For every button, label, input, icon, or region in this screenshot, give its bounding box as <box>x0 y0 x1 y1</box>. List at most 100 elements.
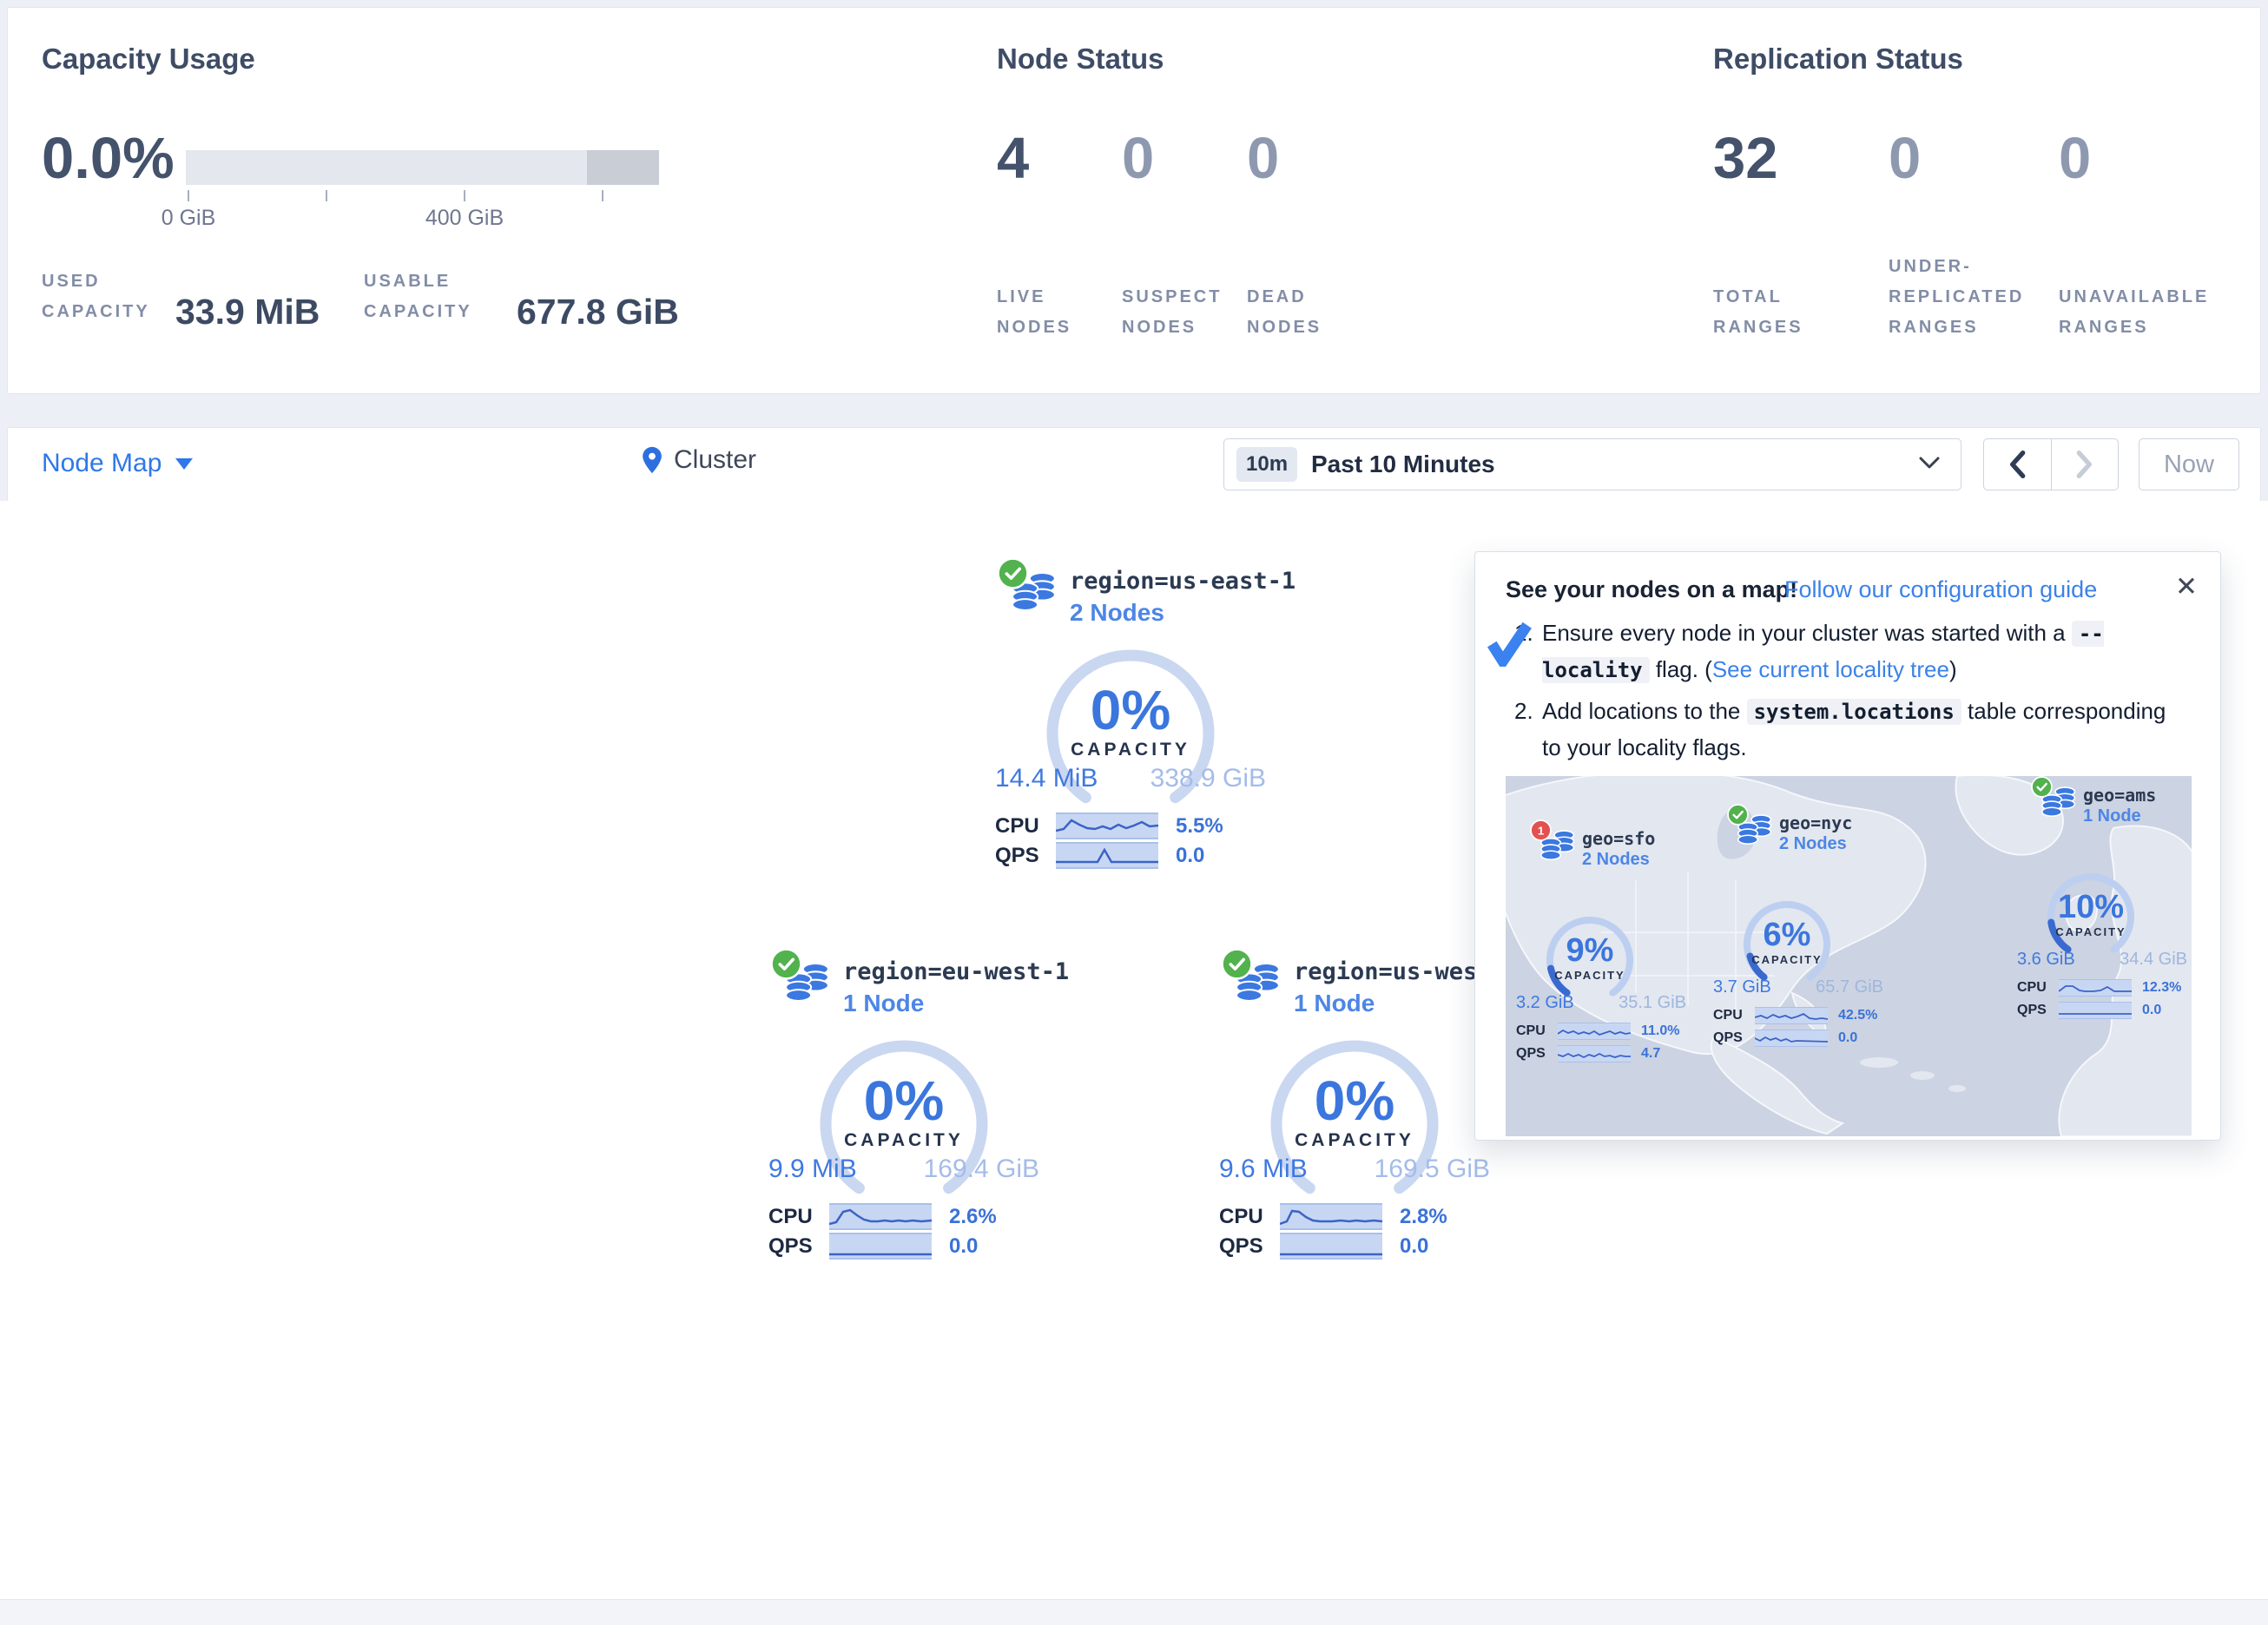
capacity-percent: 9% <box>1513 932 1667 970</box>
qps-sparkline <box>1280 1233 1382 1260</box>
capacity-percent: 10% <box>2014 889 2168 926</box>
used-capacity-value: 33.9 MiB <box>175 292 320 332</box>
qps-value: 4.7 <box>1641 1046 1660 1062</box>
status-ok-icon <box>770 948 802 980</box>
qps-label: QPS <box>995 844 1056 868</box>
capacity-bar <box>186 150 659 185</box>
qps-label: QPS <box>2017 1003 2059 1018</box>
region-name: region=us-east-1 <box>1070 568 1296 595</box>
used-value: 3.7 GiB <box>1713 977 1771 997</box>
status-error-icon: 1 <box>1530 819 1552 841</box>
usable-capacity: USABLE CAPACITY 677.8 GiB <box>364 266 679 327</box>
used-value: 14.4 MiB <box>995 764 1098 793</box>
region-db-icon <box>2040 785 2076 818</box>
total-value: 169.4 GiB <box>924 1155 1039 1184</box>
capacity-percent: 6% <box>1710 917 1864 954</box>
example-map-image: 1 geo=sfo 2 Nodes 9% CAPACITY 3.2 GiB 35… <box>1506 776 2192 1136</box>
chevron-right-icon <box>2076 451 2093 478</box>
under-replicated-count: 0 <box>1889 129 1921 188</box>
region-db-icon <box>1736 812 1772 845</box>
map-node-count: 2 Nodes <box>1779 834 1847 854</box>
time-range-selector[interactable]: 10m Past 10 Minutes <box>1223 438 1961 490</box>
total-value: 169.5 GiB <box>1375 1155 1490 1184</box>
cpu-label: CPU <box>1713 1008 1755 1023</box>
region-node-count: 1 Node <box>1294 990 1375 1017</box>
time-next-button[interactable] <box>2051 439 2119 490</box>
cpu-label: CPU <box>768 1205 829 1229</box>
unavailable-label: UNAVAILABLE RANGES <box>2059 282 2241 343</box>
step-text: ) <box>1949 656 1957 682</box>
map-node-geo-sfo: 1 geo=sfo 2 Nodes 9% CAPACITY 3.2 GiB 35… <box>1513 826 1691 1078</box>
capacity-tick-label: 400 GiB <box>412 206 517 231</box>
step-text: flag. ( <box>1650 656 1712 682</box>
now-button[interactable]: Now <box>2139 438 2239 490</box>
node-status-title: Node Status <box>997 43 1164 76</box>
step-text: Ensure every node in your cluster was st… <box>1542 620 2072 646</box>
chevron-left-icon <box>2008 451 2026 478</box>
view-selector-dropdown[interactable]: Node Map <box>42 449 193 478</box>
qps-label: QPS <box>1219 1234 1280 1259</box>
popup-step-1: 1.Ensure every node in your cluster was … <box>1514 615 2187 688</box>
chevron-down-icon <box>175 458 193 470</box>
nodemap-toolbar: Node Map Cluster 10m Past 10 Minutes Now <box>7 427 2261 502</box>
qps-value: 0.0 <box>1838 1030 1857 1046</box>
status-ok-icon <box>2031 776 2053 798</box>
cpu-label: CPU <box>995 814 1056 839</box>
cpu-sparkline <box>1755 1007 1828 1024</box>
region-node-eu-west-1[interactable]: region=eu-west-1 1 Node 0% CAPACITY 9.9 … <box>756 946 1052 1276</box>
close-icon[interactable]: ✕ <box>2175 571 2198 602</box>
locality-tree-link[interactable]: See current locality tree <box>1712 656 1949 682</box>
unavailable-count: 0 <box>2059 129 2091 188</box>
map-node-name: geo=sfo <box>1582 828 1655 849</box>
region-db-icon <box>1009 569 1058 613</box>
capacity-percent: 0.0% <box>42 129 175 188</box>
chevron-down-icon <box>1919 457 1940 470</box>
time-prev-button[interactable] <box>1984 439 2051 490</box>
used-value: 3.6 GiB <box>2017 950 2075 970</box>
cpu-sparkline <box>2059 979 2132 997</box>
status-ok-icon <box>1727 804 1749 826</box>
cpu-value: 5.5% <box>1176 814 1223 839</box>
suspect-nodes-label: SUSPECT NODES <box>1122 282 1235 343</box>
qps-value: 0.0 <box>2142 1003 2161 1018</box>
live-nodes-count: 4 <box>997 129 1029 188</box>
capacity-tick <box>326 190 327 201</box>
cpu-label: CPU <box>1516 1023 1558 1039</box>
step-done-check-icon <box>1486 620 1533 667</box>
region-node-us-east-1[interactable]: region=us-east-1 2 Nodes 0% CAPACITY 14.… <box>983 556 1278 885</box>
region-node-us-west-1[interactable]: region=us-west-1 1 Node 0% CAPACITY 9.6 … <box>1207 946 1502 1276</box>
capacity-label: CAPACITY <box>1207 1130 1502 1151</box>
used-capacity-label: USED CAPACITY <box>42 266 153 327</box>
replication-status-title: Replication Status <box>1713 43 1963 76</box>
map-node-name: geo=nyc <box>1779 812 1852 833</box>
map-node-count: 1 Node <box>2083 806 2141 826</box>
qps-sparkline <box>829 1233 932 1260</box>
breadcrumb[interactable]: Cluster <box>641 445 756 475</box>
popup-step-2: 2.Add locations to the system.locations … <box>1514 693 2187 766</box>
capacity-percent: 0% <box>756 1069 1052 1133</box>
total-ranges-count: 32 <box>1713 129 1778 188</box>
capacity-label: CAPACITY <box>2014 925 2168 938</box>
qps-sparkline <box>2059 1002 2132 1019</box>
cpu-value: 42.5% <box>1838 1008 1877 1023</box>
used-value: 9.9 MiB <box>768 1155 857 1184</box>
time-range-badge: 10m <box>1236 447 1297 482</box>
cpu-value: 11.0% <box>1641 1023 1679 1039</box>
total-value: 338.9 GiB <box>1150 764 1266 793</box>
capacity-label: CAPACITY <box>1710 953 1864 966</box>
qps-sparkline <box>1056 842 1158 869</box>
capacity-usage-title: Capacity Usage <box>42 43 255 76</box>
suspect-nodes-count: 0 <box>1122 129 1154 188</box>
total-value: 65.7 GiB <box>1816 977 1883 997</box>
region-name: region=eu-west-1 <box>843 958 1069 985</box>
svg-text:1: 1 <box>1538 824 1544 837</box>
region-db-icon <box>1233 960 1282 1003</box>
used-value: 3.2 GiB <box>1516 993 1574 1013</box>
system-locations-code: system.locations <box>1747 699 1961 725</box>
configuration-guide-link[interactable]: Follow our configuration guide <box>1784 576 2097 603</box>
capacity-percent: 0% <box>1207 1069 1502 1133</box>
cpu-sparkline <box>1558 1023 1631 1040</box>
popup-steps: 1.Ensure every node in your cluster was … <box>1514 615 2187 771</box>
used-value: 9.6 MiB <box>1219 1155 1308 1184</box>
time-range-label: Past 10 Minutes <box>1311 451 1495 478</box>
